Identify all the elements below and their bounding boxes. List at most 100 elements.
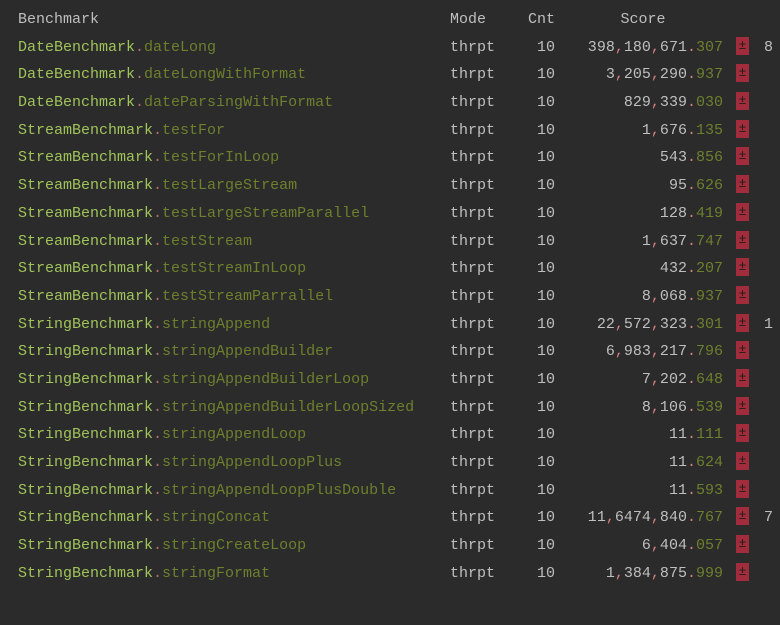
bench-method: testStreamParrallel — [162, 288, 333, 305]
plus-minus-icon: ± — [736, 452, 749, 470]
benchmark-row: StringBenchmark.stringConcatthrpt1011,64… — [0, 504, 780, 532]
plus-minus-cell: ± — [723, 34, 749, 62]
score-value: 1,676.135 — [563, 117, 723, 145]
mode-value: thrpt — [450, 366, 513, 394]
dot-separator: . — [153, 509, 162, 526]
plus-minus-cell: ± — [723, 421, 749, 449]
plus-minus-cell: ± — [723, 311, 749, 339]
header-score: Score — [563, 6, 723, 34]
plus-minus-icon: ± — [736, 258, 749, 276]
dot-separator: . — [153, 122, 162, 139]
header-mode: Mode — [450, 6, 513, 34]
plus-minus-cell: ± — [723, 61, 749, 89]
benchmark-row: StringBenchmark.stringAppendBuilderthrpt… — [0, 338, 780, 366]
mode-value: thrpt — [450, 283, 513, 311]
plus-minus-icon: ± — [736, 369, 749, 387]
bench-class: StringBenchmark — [18, 371, 153, 388]
cnt-value: 10 — [513, 34, 563, 62]
plus-minus-cell: ± — [723, 172, 749, 200]
mode-value: thrpt — [450, 172, 513, 200]
cnt-value: 10 — [513, 338, 563, 366]
bench-method: dateLong — [144, 39, 216, 56]
plus-minus-icon: ± — [736, 424, 749, 442]
mode-value: thrpt — [450, 421, 513, 449]
overflow-value: 7 — [749, 504, 773, 532]
dot-separator: . — [153, 288, 162, 305]
benchmark-row: StringBenchmark.stringAppendBuilderLoopt… — [0, 366, 780, 394]
plus-minus-icon: ± — [736, 563, 749, 581]
overflow-value: 1 — [749, 311, 773, 339]
bench-method: testForInLoop — [162, 149, 279, 166]
plus-minus-icon: ± — [736, 314, 749, 332]
plus-minus-cell: ± — [723, 504, 749, 532]
dot-separator: . — [153, 149, 162, 166]
benchmark-row: StreamBenchmark.testStreamParrallelthrpt… — [0, 283, 780, 311]
score-value: 11.624 — [563, 449, 723, 477]
dot-separator: . — [153, 482, 162, 499]
dot-separator: . — [153, 343, 162, 360]
plus-minus-icon: ± — [736, 397, 749, 415]
plus-minus-cell: ± — [723, 477, 749, 505]
benchmark-row: DateBenchmark.dateParsingWithFormatthrpt… — [0, 89, 780, 117]
plus-minus-icon: ± — [736, 231, 749, 249]
mode-value: thrpt — [450, 89, 513, 117]
bench-method: testFor — [162, 122, 225, 139]
bench-method: stringCreateLoop — [162, 537, 306, 554]
plus-minus-icon: ± — [736, 37, 749, 55]
overflow-value — [749, 228, 773, 256]
plus-minus-cell: ± — [723, 449, 749, 477]
bench-class: StreamBenchmark — [18, 260, 153, 277]
bench-class: StringBenchmark — [18, 316, 153, 333]
dot-separator: . — [153, 399, 162, 416]
benchmark-name: StreamBenchmark.testForInLoop — [18, 144, 450, 172]
benchmark-row: StreamBenchmark.testForInLoopthrpt10543.… — [0, 144, 780, 172]
bench-method: dateLongWithFormat — [144, 66, 306, 83]
overflow-value — [749, 532, 773, 560]
benchmark-row: StreamBenchmark.testForthrpt101,676.135± — [0, 117, 780, 145]
cnt-value: 10 — [513, 61, 563, 89]
bench-method: stringAppend — [162, 316, 270, 333]
cnt-value: 10 — [513, 504, 563, 532]
benchmark-row: StringBenchmark.stringAppendLoopPlusDoub… — [0, 477, 780, 505]
bench-method: stringAppendBuilderLoopSized — [162, 399, 414, 416]
bench-class: StringBenchmark — [18, 454, 153, 471]
overflow-value — [749, 449, 773, 477]
score-value: 829,339.030 — [563, 89, 723, 117]
benchmark-name: DateBenchmark.dateParsingWithFormat — [18, 89, 450, 117]
mode-value: thrpt — [450, 200, 513, 228]
plus-minus-cell: ± — [723, 228, 749, 256]
bench-class: StringBenchmark — [18, 399, 153, 416]
cnt-value: 10 — [513, 449, 563, 477]
plus-minus-icon: ± — [736, 175, 749, 193]
cnt-value: 10 — [513, 394, 563, 422]
plus-minus-icon: ± — [736, 480, 749, 498]
score-value: 11,6474,840.767 — [563, 504, 723, 532]
bench-class: StreamBenchmark — [18, 149, 153, 166]
overflow-value — [749, 421, 773, 449]
score-value: 8,106.539 — [563, 394, 723, 422]
dot-separator: . — [153, 565, 162, 582]
mode-value: thrpt — [450, 394, 513, 422]
plus-minus-cell: ± — [723, 283, 749, 311]
cnt-value: 10 — [513, 117, 563, 145]
header-cnt: Cnt — [513, 6, 563, 34]
mode-value: thrpt — [450, 477, 513, 505]
plus-minus-cell: ± — [723, 560, 749, 588]
overflow-value — [749, 200, 773, 228]
dot-separator: . — [153, 316, 162, 333]
mode-value: thrpt — [450, 144, 513, 172]
cnt-value: 10 — [513, 560, 563, 588]
bench-method: stringAppendLoopPlus — [162, 454, 342, 471]
bench-class: DateBenchmark — [18, 39, 135, 56]
bench-method: testStreamInLoop — [162, 260, 306, 277]
header-row: Benchmark Mode Cnt Score — [0, 6, 780, 34]
plus-minus-icon: ± — [736, 120, 749, 138]
benchmark-name: StringBenchmark.stringAppendBuilder — [18, 338, 450, 366]
benchmark-name: StreamBenchmark.testFor — [18, 117, 450, 145]
mode-value: thrpt — [450, 311, 513, 339]
overflow-value — [749, 89, 773, 117]
benchmark-row: DateBenchmark.dateLongWithFormatthrpt103… — [0, 61, 780, 89]
bench-class: DateBenchmark — [18, 94, 135, 111]
overflow-value: 8 — [749, 34, 773, 62]
dot-separator: . — [153, 233, 162, 250]
